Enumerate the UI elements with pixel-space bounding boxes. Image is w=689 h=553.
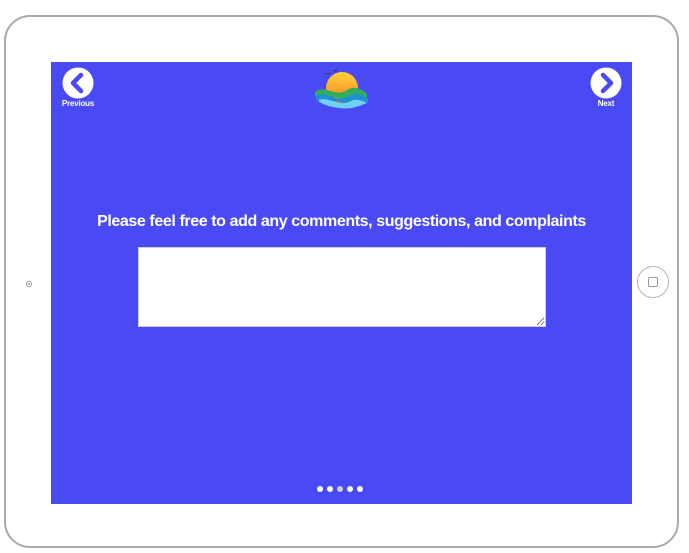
chevron-right-circle-icon (590, 67, 622, 99)
page-indicator (317, 486, 363, 494)
comment-prompt: Please feel free to add any comments, su… (97, 213, 586, 230)
page-dot-2[interactable] (327, 486, 333, 492)
home-square-icon (648, 277, 658, 287)
previous-button[interactable]: Previous (56, 67, 100, 108)
chevron-left-circle-icon (62, 67, 94, 99)
previous-label: Previous (61, 99, 95, 108)
next-label: Next (597, 99, 615, 108)
home-button[interactable] (637, 266, 669, 298)
page-dot-1[interactable] (317, 486, 323, 492)
survey-screen: Previous Next Please feel free to add an… (51, 62, 632, 504)
sunset-waves-logo (315, 70, 368, 109)
page-dot-5[interactable] (357, 486, 363, 492)
next-button[interactable]: Next (584, 67, 628, 108)
camera-icon (26, 281, 32, 287)
comments-textarea[interactable] (138, 247, 546, 327)
page-dot-3[interactable] (337, 486, 343, 492)
page-dot-4[interactable] (347, 486, 353, 492)
